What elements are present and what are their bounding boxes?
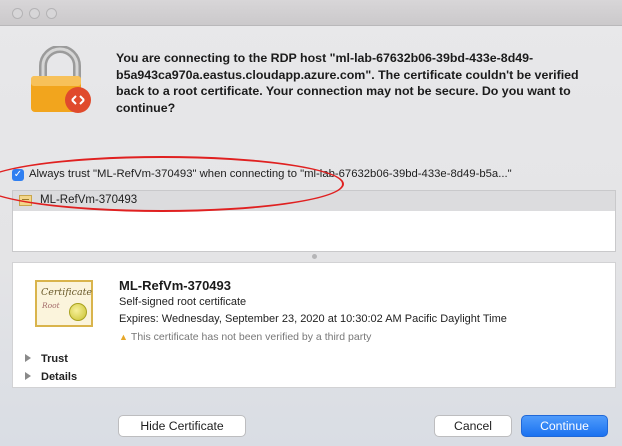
trust-disclosure[interactable]: Trust [25, 353, 68, 365]
cancel-button[interactable]: Cancel [434, 415, 512, 437]
certificate-icon: Certificate Root [35, 280, 93, 327]
pane-splitter[interactable] [12, 253, 616, 261]
certificate-warning: ▲ This certificate has not been verified … [119, 331, 371, 343]
dialog-message: You are connecting to the RDP host "ml-l… [116, 51, 579, 115]
continue-button[interactable]: Continue [521, 415, 608, 437]
rdp-certificate-dialog: You are connecting to the RDP host "ml-l… [0, 0, 622, 446]
close-window-button[interactable] [12, 8, 23, 19]
certificate-seal-icon [69, 303, 87, 321]
title-bar [0, 0, 622, 26]
lock-icon [31, 46, 91, 113]
zoom-window-button[interactable] [46, 8, 57, 19]
splitter-grip [312, 254, 317, 259]
trust-disclosure-label: Trust [41, 353, 68, 365]
certificate-name: ML-RefVm-370493 [119, 278, 231, 293]
certificate-icon-subtext: Root [42, 301, 60, 310]
details-disclosure-label: Details [41, 371, 78, 383]
certificate-type: Self-signed root certificate [119, 296, 247, 308]
details-disclosure[interactable]: Details [25, 371, 77, 383]
certificate-icon-text: Certificate [41, 287, 93, 298]
certificate-expiry: Expires: Wednesday, September 23, 2020 a… [119, 313, 507, 325]
certificate-warning-text: This certificate has not been verified b… [130, 331, 372, 343]
minimize-window-button[interactable] [29, 8, 40, 19]
disclosure-triangle-icon [25, 372, 31, 380]
disclosure-triangle-icon [25, 354, 31, 362]
hide-certificate-button[interactable]: Hide Certificate [118, 415, 246, 437]
warning-icon: ▲ [119, 332, 128, 342]
certificate-details-panel: Certificate Root ML-RefVm-370493 Self-si… [12, 262, 616, 388]
